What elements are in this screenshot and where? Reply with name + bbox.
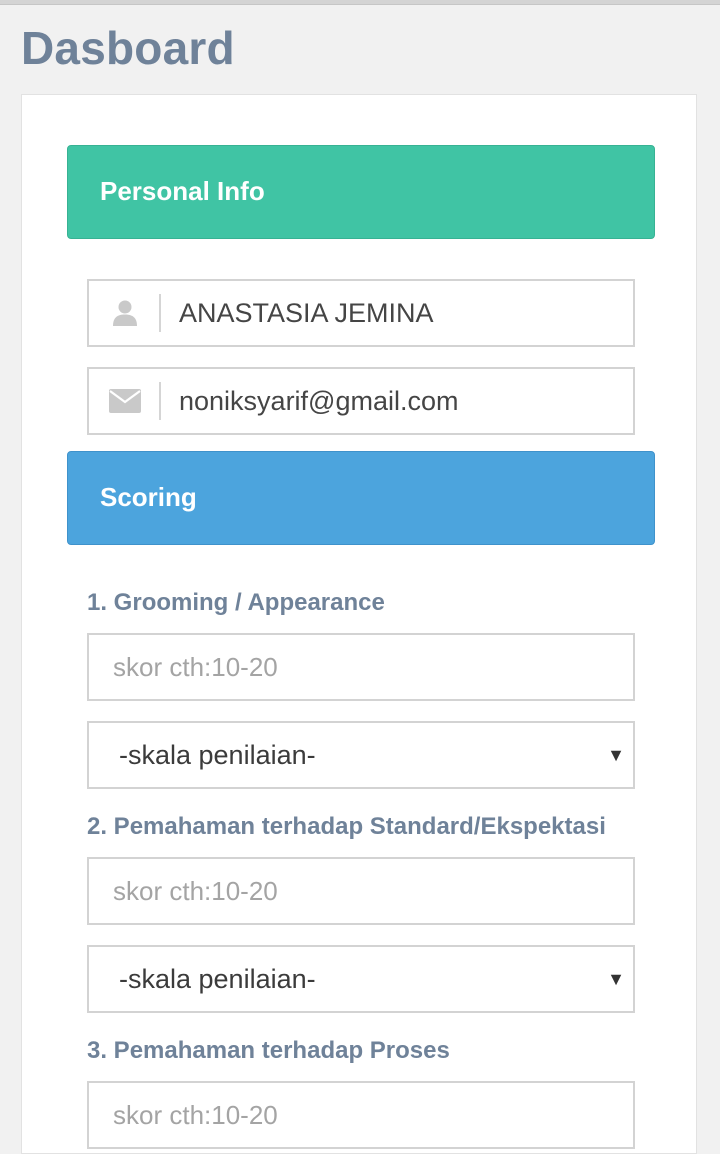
email-field[interactable]: noniksyarif@gmail.com [87,367,635,435]
page-title: Dasboard [21,22,235,74]
scale-select-1-value: -skala penilaian- [119,740,316,770]
scale-select-1[interactable]: -skala penilaian- ▼ [87,721,635,789]
score-input-1[interactable] [87,633,635,701]
question-label-1: 1. Grooming / Appearance [87,589,385,616]
email-value: noniksyarif@gmail.com [179,386,459,416]
name-value: ANASTASIA JEMINA [179,298,434,328]
addon-divider [159,382,161,420]
question-label-2: 2. Pemahaman terhadap Standard/Ekspektas… [87,813,606,840]
scale-select-2[interactable]: -skala penilaian- ▼ [87,945,635,1013]
score-input-2[interactable] [87,857,635,925]
score-input-3[interactable] [87,1081,635,1149]
chevron-down-icon: ▼ [607,969,625,989]
main-card: Personal Info ANASTASIA JEMINA noniksyar… [21,94,697,1154]
chevron-down-icon: ▼ [607,745,625,765]
top-border [0,0,720,5]
scoring-header: Scoring [67,451,655,545]
scale-select-2-value: -skala penilaian- [119,964,316,994]
question-label-3: 3. Pemahaman terhadap Proses [87,1037,450,1064]
addon-divider [159,294,161,332]
personal-info-header: Personal Info [67,145,655,239]
name-field[interactable]: ANASTASIA JEMINA [87,279,635,347]
user-icon [89,281,161,345]
envelope-icon [89,369,161,433]
